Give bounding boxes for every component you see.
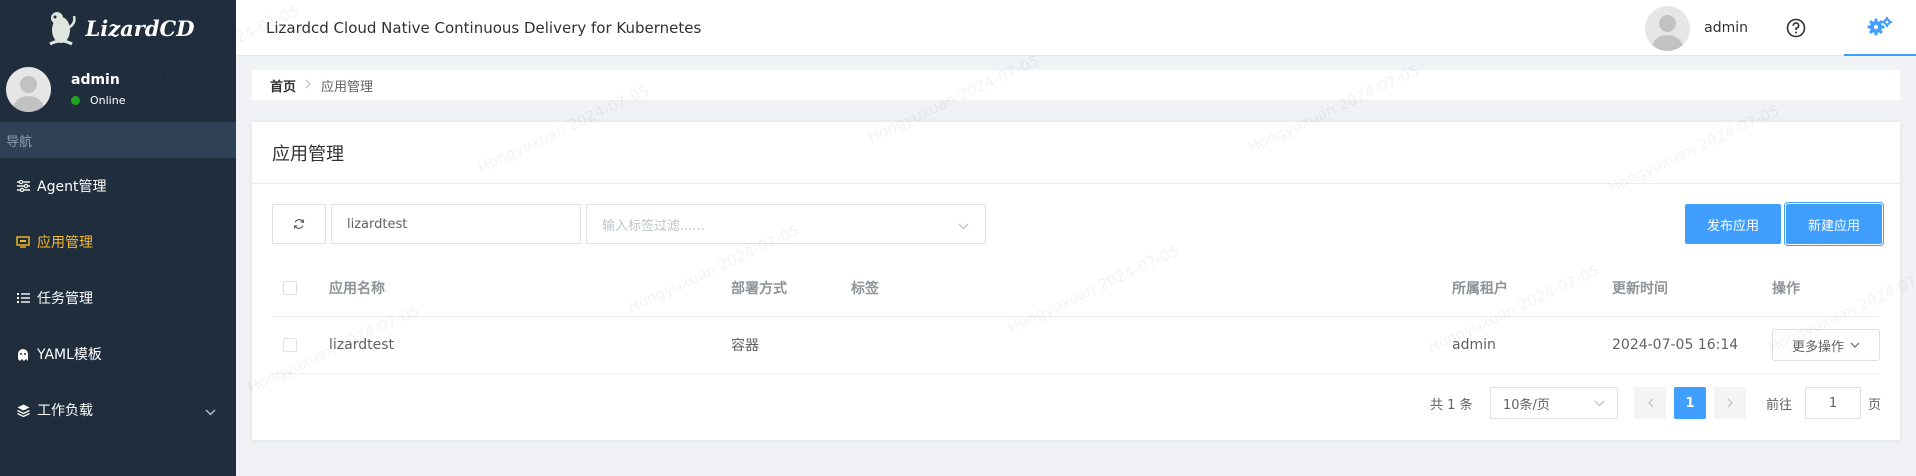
- prev-page-button[interactable]: [1634, 387, 1666, 419]
- user-name: admin: [71, 71, 120, 88]
- more-actions-button[interactable]: 更多操作: [1772, 329, 1880, 361]
- table-header-row: 应用名称 部署方式 标签 所属租户 更新时间 操作: [272, 260, 1880, 317]
- app-name-cell: lizardtest: [329, 337, 394, 353]
- refresh-icon: [293, 219, 305, 229]
- row-select-cell: [283, 317, 297, 373]
- column-header[interactable]: 应用名称: [329, 260, 385, 316]
- header-title: Lizardcd Cloud Native Continuous Deliver…: [266, 18, 702, 37]
- lizard-logo-icon: [48, 12, 76, 46]
- avatar: [6, 66, 51, 112]
- column-header[interactable]: 更新时间: [1612, 260, 1668, 316]
- page-size-label: 10条/页: [1503, 397, 1550, 413]
- total-count: 共 1 条: [1430, 397, 1473, 413]
- user-panel: admin Online: [0, 56, 236, 122]
- column-header: 操作: [1772, 281, 1800, 297]
- page-title: 应用管理: [252, 122, 1900, 184]
- sidebar-item-yaml[interactable]: YAML模板: [0, 326, 236, 382]
- breadcrumb-home[interactable]: 首页: [270, 76, 296, 95]
- sidebar-item-label: YAML模板: [37, 347, 102, 363]
- goto-label: 前往: [1766, 397, 1793, 413]
- sidebar: LizardCD admin Online 导航 Agent管理 应用管理 任务…: [0, 0, 236, 476]
- chevron-down-icon: [1594, 400, 1605, 406]
- row-checkbox[interactable]: [283, 338, 297, 352]
- sidebar-item-agent[interactable]: Agent管理: [0, 158, 236, 214]
- toolbar: 输入标签过滤...... 发布应用 新建应用: [272, 202, 1900, 246]
- tasks-icon: [16, 291, 30, 305]
- table-row: lizardtest 容器 admin 2024-07-05 16:14 更多操…: [272, 317, 1880, 374]
- breadcrumb-current: 应用管理: [321, 79, 374, 95]
- column-header[interactable]: 部署方式: [731, 260, 787, 316]
- sidebar-item-label: Agent管理: [37, 179, 107, 195]
- settings-button[interactable]: [1844, 0, 1916, 56]
- nav-header: 导航: [0, 122, 236, 158]
- chevron-down-icon: [1850, 342, 1860, 348]
- sidebar-item-label: 应用管理: [37, 235, 93, 251]
- select-all-checkbox[interactable]: [283, 281, 297, 295]
- app-management-card: 应用管理 输入标签过滤...... 发布应用 新建应用 应用名称 部署方式 标签…: [252, 122, 1900, 440]
- layers-icon: [16, 403, 30, 417]
- refresh-button[interactable]: [272, 204, 326, 244]
- logo[interactable]: LizardCD: [0, 0, 236, 56]
- updated-time-cell: 2024-07-05 16:14: [1612, 337, 1739, 353]
- gears-icon: [1867, 16, 1893, 36]
- sidebar-item-workloads[interactable]: 工作负载: [0, 382, 236, 438]
- apps-table: 应用名称 部署方式 标签 所属租户 更新时间 操作 lizardtest 容器 …: [272, 260, 1880, 374]
- breadcrumb: 首页 应用管理: [252, 70, 1900, 100]
- status-text: Online: [90, 93, 126, 107]
- header-avatar[interactable]: [1645, 5, 1691, 51]
- pagination: 共 1 条 10条/页 1 前往 1 页: [252, 387, 1900, 419]
- chevron-down-icon: [205, 404, 216, 420]
- tenant-cell: admin: [1452, 337, 1496, 353]
- app-search-input[interactable]: [331, 204, 581, 244]
- chevron-left-icon: [1647, 398, 1653, 408]
- new-app-button[interactable]: 新建应用: [1784, 202, 1884, 246]
- sidebar-item-label: 工作负载: [37, 403, 93, 419]
- page-suffix: 页: [1868, 397, 1882, 413]
- header-user-name[interactable]: admin: [1704, 20, 1748, 36]
- question-circle-icon[interactable]: [1786, 18, 1806, 38]
- online-dot-icon: [71, 95, 80, 105]
- top-header: Lizardcd Cloud Native Continuous Deliver…: [236, 0, 1916, 56]
- select-all-cell: [283, 260, 297, 316]
- column-header[interactable]: 所属租户: [1452, 260, 1508, 316]
- user-status: Online: [71, 94, 125, 107]
- breadcrumb-separator-icon: [305, 78, 312, 93]
- ghost-icon: [16, 347, 30, 361]
- chevron-down-icon: [958, 219, 969, 234]
- sidebar-item-apps[interactable]: 应用管理: [0, 214, 236, 270]
- logo-text: LizardCD: [85, 15, 195, 41]
- column-header[interactable]: 标签: [851, 260, 879, 316]
- goto-page-input[interactable]: 1: [1805, 387, 1861, 419]
- action-cell: 更多操作: [1772, 317, 1880, 373]
- deploy-type-cell: 容器: [731, 338, 759, 354]
- tag-filter-placeholder: 输入标签过滤......: [602, 218, 705, 234]
- page-number-current[interactable]: 1: [1674, 387, 1706, 419]
- page-size-select[interactable]: 10条/页: [1490, 387, 1618, 419]
- publish-app-button[interactable]: 发布应用: [1685, 204, 1781, 244]
- more-actions-label: 更多操作: [1791, 339, 1844, 355]
- chevron-right-icon: [1727, 398, 1733, 408]
- sidebar-item-tasks[interactable]: 任务管理: [0, 270, 236, 326]
- tag-filter-select[interactable]: 输入标签过滤......: [586, 204, 986, 244]
- sidebar-item-label: 任务管理: [37, 291, 93, 307]
- next-page-button[interactable]: [1714, 387, 1746, 419]
- app-icon: [16, 235, 30, 249]
- sliders-icon: [16, 179, 30, 193]
